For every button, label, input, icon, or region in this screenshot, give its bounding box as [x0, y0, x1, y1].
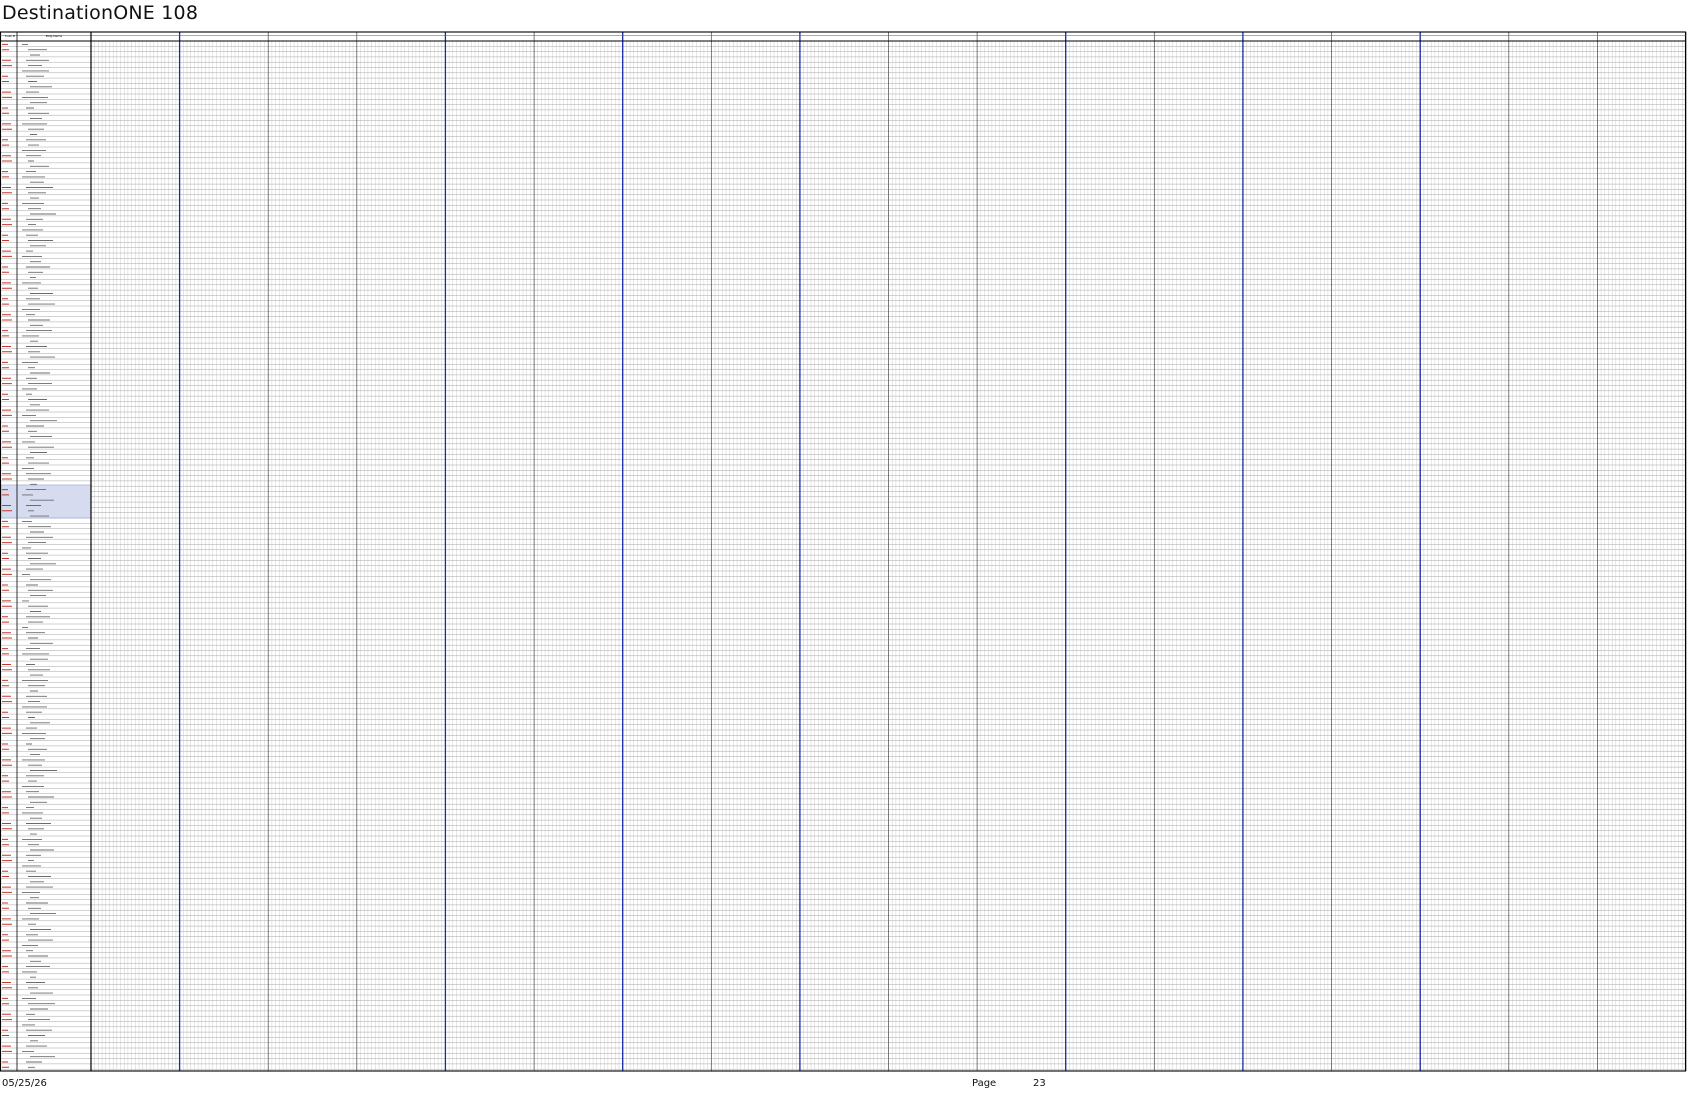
column-header-cust: Cust # [5, 34, 16, 38]
group-lines [90, 32, 1687, 1071]
row-lines [0, 40, 1686, 1070]
outer-frame [0, 31, 1687, 1072]
row-gridlines [0, 40, 1686, 1070]
customer-id-marks [2, 43, 12, 1068]
cell-gridlines [90, 32, 1687, 1071]
table-frame [0, 31, 1687, 1072]
row-labels [2, 43, 57, 1068]
column-header-bldg: Bldg Name [46, 34, 63, 38]
footer-date: 05/25/26 [2, 1078, 47, 1089]
footer-page-label: Page [972, 1078, 997, 1089]
building-name-marks [22, 43, 57, 1068]
schedule-grid: Cust # Bldg Name [0, 31, 1687, 1072]
footer-page-number: 23 [1033, 1078, 1046, 1089]
